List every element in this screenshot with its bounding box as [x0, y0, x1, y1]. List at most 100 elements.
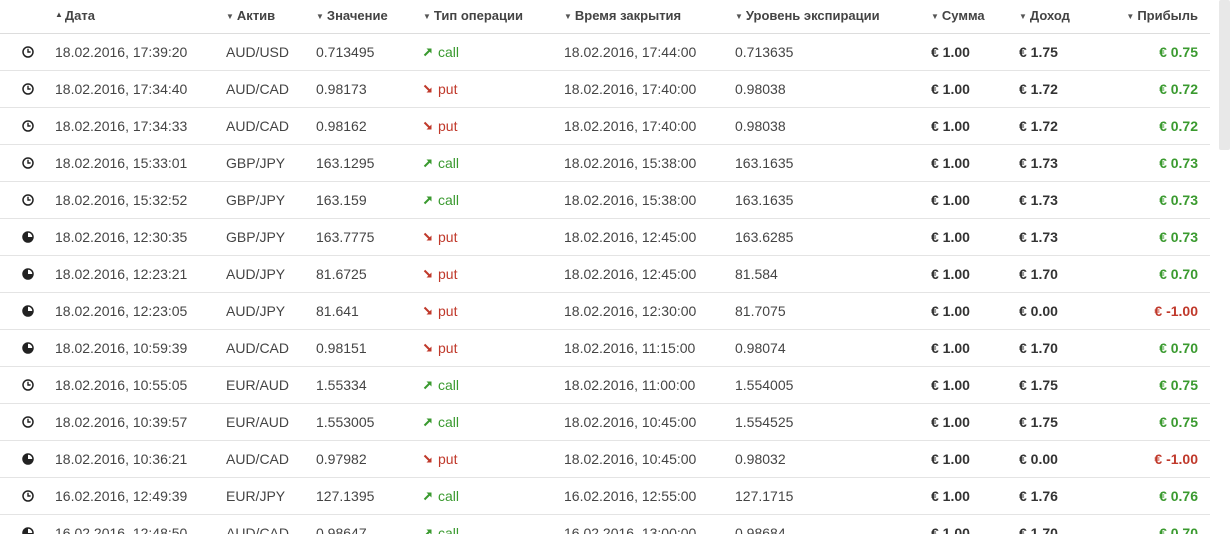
- close-time-cell: 18.02.2016, 15:38:00: [564, 144, 735, 182]
- op-type-cell: call: [423, 366, 564, 404]
- table-row[interactable]: 16.02.2016, 12:49:39 EUR/JPY 127.1395 call 1…: [0, 477, 1210, 515]
- op-type-cell: call: [423, 144, 564, 182]
- status-cell: [0, 181, 55, 219]
- col-header-profit[interactable]: ▼ Прибыль: [1119, 0, 1210, 34]
- profit-cell: € 0.73: [1119, 144, 1210, 182]
- date-cell: 18.02.2016, 12:30:35: [55, 218, 226, 256]
- income-cell: € 0.00: [1019, 292, 1119, 330]
- arrow-down-right-icon: [423, 121, 438, 131]
- op-type-label: call: [438, 525, 460, 534]
- status-cell: [0, 70, 55, 108]
- table-row[interactable]: 18.02.2016, 15:32:52 GBP/JPY 163.159 call 18…: [0, 181, 1210, 219]
- close-time-cell: 18.02.2016, 10:45:00: [564, 440, 735, 478]
- profit-cell: € 0.70: [1119, 255, 1210, 293]
- clock-icon: [21, 192, 34, 208]
- col-header-value[interactable]: ▼ Значение: [316, 0, 423, 34]
- date-cell: 18.02.2016, 12:23:05: [55, 292, 226, 330]
- table-row[interactable]: 18.02.2016, 10:36:21 AUD/CAD 0.97982 put 18.…: [0, 440, 1210, 478]
- table-row[interactable]: 18.02.2016, 10:59:39 AUD/CAD 0.98151 put 18.…: [0, 329, 1210, 367]
- date-cell: 18.02.2016, 10:36:21: [55, 440, 226, 478]
- op-type: call: [423, 414, 459, 430]
- col-header-close-time[interactable]: ▼ Время закрытия: [564, 0, 735, 34]
- amount-cell: € 1.00: [931, 144, 1019, 182]
- op-type-label: call: [438, 155, 460, 171]
- clock-icon: [21, 44, 34, 60]
- op-type-label: put: [438, 266, 458, 282]
- trade-history-table: ▲ Дата ▼ Актив ▼ Значение ▼ Тип операции ▼ Вр…: [0, 0, 1210, 534]
- close-time-cell: 18.02.2016, 17:44:00: [564, 33, 735, 71]
- arrow-down-right-icon: [423, 269, 438, 279]
- table-row[interactable]: 18.02.2016, 17:34:40 AUD/CAD 0.98173 put 18.…: [0, 70, 1210, 108]
- arrow-down-right-icon: [423, 84, 438, 94]
- table-row[interactable]: 18.02.2016, 17:34:33 AUD/CAD 0.98162 put 18.…: [0, 107, 1210, 145]
- date-cell: 18.02.2016, 17:34:33: [55, 107, 226, 145]
- value-cell: 0.98173: [316, 70, 423, 108]
- op-type-label: put: [438, 303, 458, 319]
- col-header-profit-label: Прибыль: [1137, 8, 1198, 23]
- income-cell: € 0.00: [1019, 440, 1119, 478]
- status-cell: [0, 477, 55, 515]
- op-type: call: [423, 155, 459, 171]
- op-type: put: [423, 340, 457, 356]
- pie-clock-icon: [21, 229, 34, 245]
- arrow-up-right-icon: [423, 417, 438, 427]
- vertical-scrollbar[interactable]: [1210, 0, 1232, 534]
- pie-clock-icon: [21, 525, 34, 534]
- op-type-label: call: [438, 192, 460, 208]
- table-row[interactable]: 18.02.2016, 10:39:57 EUR/AUD 1.553005 call 1…: [0, 403, 1210, 441]
- profit-cell: € 0.70: [1119, 329, 1210, 367]
- asset-cell: AUD/CAD: [226, 107, 316, 145]
- date-cell: 18.02.2016, 10:39:57: [55, 403, 226, 441]
- expiry-level-cell: 0.98038: [735, 107, 931, 145]
- op-type: call: [423, 44, 459, 60]
- table-row[interactable]: 18.02.2016, 10:55:05 EUR/AUD 1.55334 call 18…: [0, 366, 1210, 404]
- pie-clock-icon: [21, 266, 34, 282]
- amount-cell: € 1.00: [931, 514, 1019, 534]
- asset-cell: AUD/CAD: [226, 440, 316, 478]
- op-type-cell: call: [423, 403, 564, 441]
- table-row[interactable]: 18.02.2016, 17:39:20 AUD/USD 0.713495 call 1…: [0, 33, 1210, 71]
- table-row[interactable]: 18.02.2016, 12:23:05 AUD/JPY 81.641 put 18.0…: [0, 292, 1210, 330]
- asset-cell: EUR/JPY: [226, 477, 316, 515]
- income-cell: € 1.70: [1019, 514, 1119, 534]
- value-cell: 127.1395: [316, 477, 423, 515]
- col-header-asset[interactable]: ▼ Актив: [226, 0, 316, 34]
- table-row[interactable]: 18.02.2016, 15:33:01 GBP/JPY 163.1295 call 1…: [0, 144, 1210, 182]
- arrow-down-right-icon: [423, 454, 438, 464]
- col-header-op-type[interactable]: ▼ Тип операции: [423, 0, 564, 34]
- op-type-label: put: [438, 118, 458, 134]
- table-row[interactable]: 18.02.2016, 12:23:21 AUD/JPY 81.6725 put 18.…: [0, 255, 1210, 293]
- profit-cell: € -1.00: [1119, 440, 1210, 478]
- income-cell: € 1.76: [1019, 477, 1119, 515]
- arrow-up-right-icon: [423, 195, 438, 205]
- col-header-expiry-level[interactable]: ▼ Уровень экспирации: [735, 0, 931, 34]
- expiry-level-cell: 1.554005: [735, 366, 931, 404]
- col-header-amount-label: Сумма: [941, 8, 985, 23]
- amount-cell: € 1.00: [931, 107, 1019, 145]
- op-type-label: call: [438, 488, 460, 504]
- col-header-date[interactable]: ▲ Дата: [55, 0, 226, 34]
- col-header-income[interactable]: ▼ Доход: [1019, 0, 1119, 34]
- amount-cell: € 1.00: [931, 292, 1019, 330]
- col-header-date-label: Дата: [64, 8, 96, 23]
- asset-cell: AUD/CAD: [226, 70, 316, 108]
- status-cell: [0, 440, 55, 478]
- scrollbar-thumb[interactable]: [1219, 0, 1230, 150]
- table-row[interactable]: 18.02.2016, 12:30:35 GBP/JPY 163.7775 put 18…: [0, 218, 1210, 256]
- col-header-amount[interactable]: ▼ Сумма: [931, 0, 1019, 34]
- asset-cell: AUD/CAD: [226, 514, 316, 534]
- col-header-value-label: Значение: [326, 8, 388, 23]
- close-time-cell: 18.02.2016, 17:40:00: [564, 70, 735, 108]
- asset-cell: EUR/AUD: [226, 403, 316, 441]
- op-type: put: [423, 118, 457, 134]
- amount-cell: € 1.00: [931, 70, 1019, 108]
- asset-cell: GBP/JPY: [226, 218, 316, 256]
- asset-cell: AUD/JPY: [226, 255, 316, 293]
- asset-cell: AUD/CAD: [226, 329, 316, 367]
- table-row[interactable]: 16.02.2016, 12:48:50 AUD/CAD 0.98647 call 16…: [0, 514, 1210, 534]
- profit-cell: € 0.72: [1119, 70, 1210, 108]
- sort-caret-icon: ▼: [316, 12, 324, 21]
- value-cell: 0.98151: [316, 329, 423, 367]
- status-cell: [0, 366, 55, 404]
- close-time-cell: 16.02.2016, 13:00:00: [564, 514, 735, 534]
